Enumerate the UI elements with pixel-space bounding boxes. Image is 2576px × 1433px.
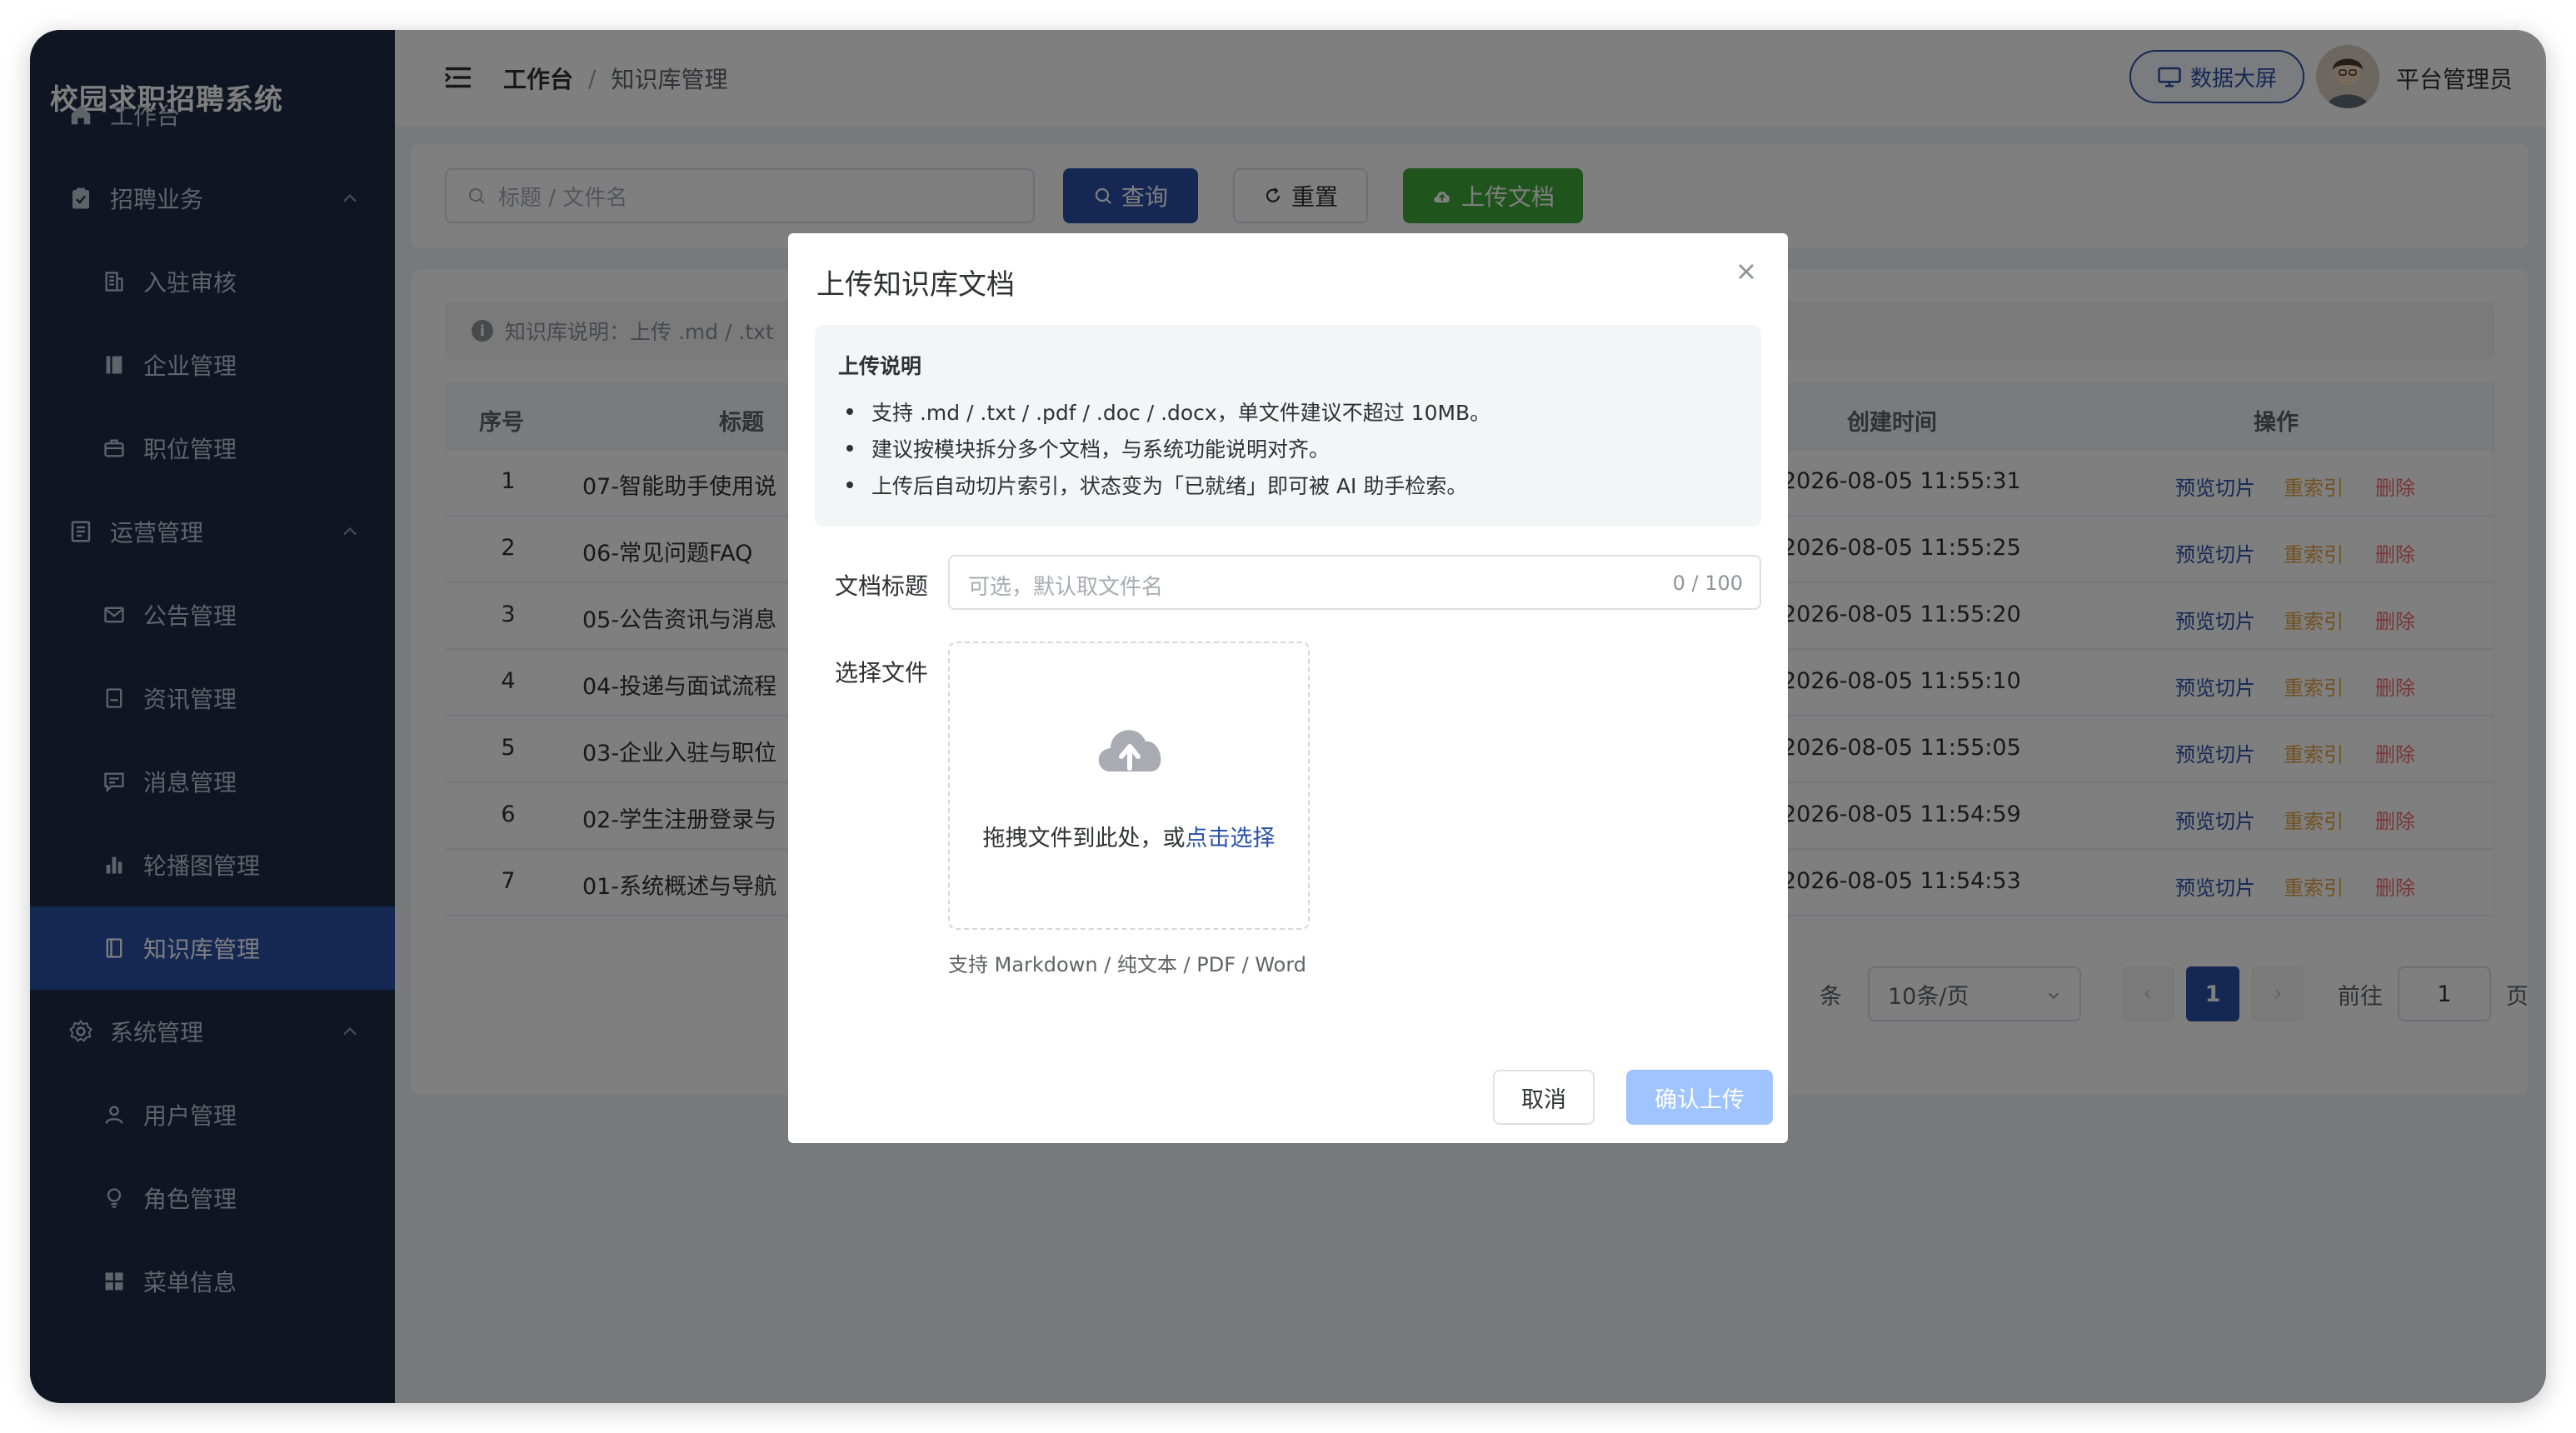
list-item: 建议按模块拆分多个文档，与系统功能说明对齐。 — [838, 430, 1490, 467]
close-icon[interactable] — [1733, 258, 1760, 285]
click-select-link[interactable]: 点击选择 — [1186, 826, 1276, 851]
title-char-counter: 0 / 100 — [1672, 572, 1743, 595]
instructions-title: 上传说明 — [838, 354, 922, 378]
file-field-label: 选择文件 — [835, 659, 929, 687]
bullet-dot — [846, 445, 853, 452]
file-type-tip: 支持 Markdown / 纯文本 / PDF / Word — [948, 953, 1307, 976]
list-item: 支持 .md / .txt / .pdf / .doc / .docx，单文件建… — [838, 393, 1490, 430]
dialog-title: 上传知识库文档 — [816, 268, 1015, 302]
cancel-button[interactable]: 取消 — [1493, 1070, 1595, 1125]
drop-text: 拖拽文件到此处，或 — [982, 826, 1186, 851]
app-window: 校园求职招聘系统 工作台 招聘业务 入驻审核 企业管理 职位管理 运营管理 — [30, 30, 2546, 1403]
dropzone-text: 拖拽文件到此处，或点击选择 — [950, 820, 1308, 852]
document-title-field[interactable]: 可选，默认取文件名 0 / 100 — [948, 555, 1761, 610]
list-item: 上传后自动切片索引，状态变为「已就绪」即可被 AI 助手检索。 — [838, 467, 1490, 503]
title-placeholder: 可选，默认取文件名 — [968, 575, 1164, 600]
confirm-upload-button[interactable]: 确认上传 — [1626, 1070, 1773, 1125]
cloud-upload-icon — [1098, 730, 1161, 771]
upload-instructions: 上传说明 支持 .md / .txt / .pdf / .doc / .docx… — [815, 325, 1761, 527]
file-dropzone[interactable]: 拖拽文件到此处，或点击选择 — [948, 642, 1310, 930]
bullet-dot — [846, 482, 853, 488]
instruction-text: 支持 .md / .txt / .pdf / .doc / .docx，单文件建… — [871, 401, 1491, 425]
upload-dialog: 上传知识库文档 上传说明 支持 .md / .txt / .pdf / .doc… — [788, 233, 1788, 1143]
instruction-text: 上传后自动切片索引，状态变为「已就绪」即可被 AI 助手检索。 — [871, 474, 1468, 498]
instruction-text: 建议按模块拆分多个文档，与系统功能说明对齐。 — [871, 437, 1330, 462]
instructions-list: 支持 .md / .txt / .pdf / .doc / .docx，单文件建… — [838, 393, 1490, 503]
bullet-dot — [846, 408, 853, 415]
title-field-label: 文档标题 — [835, 572, 929, 600]
